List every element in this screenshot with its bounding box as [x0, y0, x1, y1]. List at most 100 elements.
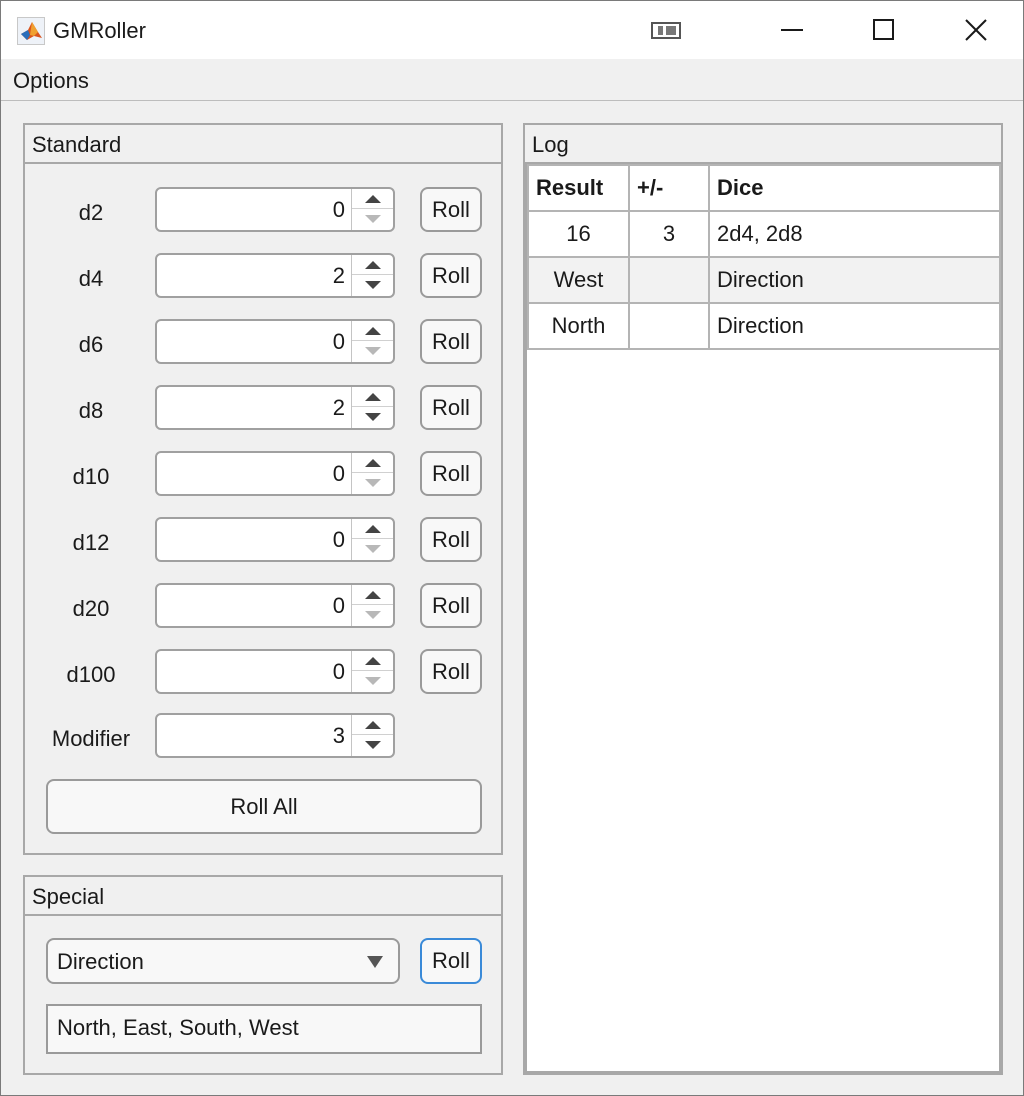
d100-spinner[interactable]: 0: [155, 649, 395, 694]
d6-spinner[interactable]: 0: [155, 319, 395, 364]
arrow-up-icon: [365, 459, 381, 467]
snap-layout-icon[interactable]: [651, 21, 683, 41]
arrow-down-icon: [365, 611, 381, 619]
log-cell-dice: 2d4, 2d8: [708, 210, 1001, 258]
close-button[interactable]: [931, 1, 1021, 59]
roll-d8-button[interactable]: Roll: [420, 385, 482, 430]
d12-spinner[interactable]: 0: [155, 517, 395, 562]
special-type-dropdown[interactable]: Direction: [46, 938, 400, 984]
log-table: Result +/- Dice 16 3 2d4, 2d8 West Direc…: [527, 164, 1001, 350]
log-cell-result: West: [527, 256, 630, 304]
d2-spinner[interactable]: 0: [155, 187, 395, 232]
d4-spinner[interactable]: 2: [155, 253, 395, 298]
arrow-up-icon: [365, 393, 381, 401]
title-bar[interactable]: GMRoller: [1, 1, 1023, 59]
die-label-d20: d20: [72, 596, 110, 621]
modifier-label: Modifier: [51, 726, 131, 751]
roll-d2-button[interactable]: Roll: [420, 187, 482, 232]
table-row[interactable]: West Direction: [527, 256, 1001, 304]
special-panel: Special Direction Roll North, East, Sout…: [23, 875, 503, 1075]
d20-value: 0: [332, 593, 345, 618]
arrow-down-icon: [365, 741, 381, 749]
special-type-selected: Direction: [57, 949, 144, 974]
maximize-icon: [873, 19, 894, 40]
d8-value: 2: [332, 395, 345, 420]
die-label-d100: d100: [66, 662, 116, 687]
d12-increment-button[interactable]: [352, 519, 393, 539]
table-row[interactable]: 16 3 2d4, 2d8: [527, 210, 1001, 258]
standard-panel-title: Standard: [32, 132, 122, 157]
arrow-down-icon: [365, 281, 381, 289]
roll-d12-button[interactable]: Roll: [420, 517, 482, 562]
roll-d100-button[interactable]: Roll: [420, 649, 482, 694]
d2-increment-button[interactable]: [352, 189, 393, 209]
special-panel-header: Special: [25, 877, 501, 916]
minimize-button[interactable]: [747, 1, 837, 59]
d6-value: 0: [332, 329, 345, 354]
roll-d6-button[interactable]: Roll: [420, 319, 482, 364]
arrow-down-icon: [365, 347, 381, 355]
modifier-spinner[interactable]: 3: [155, 713, 395, 758]
minimize-icon: [781, 29, 803, 31]
log-cell-result: 16: [527, 210, 630, 258]
d8-spinner[interactable]: 2: [155, 385, 395, 430]
dropdown-arrow-icon: [367, 956, 383, 968]
roll-special-button[interactable]: Roll: [420, 938, 482, 984]
d10-increment-button[interactable]: [352, 453, 393, 473]
die-label-d2: d2: [78, 200, 104, 225]
d4-increment-button[interactable]: [352, 255, 393, 275]
d10-spinner[interactable]: 0: [155, 451, 395, 496]
matlab-icon: [17, 17, 45, 45]
roll-d4-button[interactable]: Roll: [420, 253, 482, 298]
d12-decrement-button[interactable]: [352, 539, 393, 559]
arrow-up-icon: [365, 591, 381, 599]
log-header-result[interactable]: Result: [527, 164, 630, 212]
app-window: GMRoller Options Standard d2 0 Roll d4 2…: [0, 0, 1024, 1096]
log-cell-modifier: [628, 302, 710, 350]
log-table-area[interactable]: Result +/- Dice 16 3 2d4, 2d8 West Direc…: [525, 164, 1001, 1073]
log-header-modifier[interactable]: +/-: [628, 164, 710, 212]
log-panel-title: Log: [532, 132, 569, 157]
arrow-up-icon: [365, 261, 381, 269]
d4-value: 2: [332, 263, 345, 288]
d4-decrement-button[interactable]: [352, 275, 393, 295]
special-options-text: North, East, South, West: [57, 1015, 299, 1040]
modifier-increment-button[interactable]: [352, 715, 393, 735]
d8-increment-button[interactable]: [352, 387, 393, 407]
close-icon: [965, 19, 987, 41]
d20-spinner[interactable]: 0: [155, 583, 395, 628]
roll-all-button[interactable]: Roll All: [46, 779, 482, 834]
log-header-row: Result +/- Dice: [527, 164, 1001, 212]
d2-decrement-button[interactable]: [352, 209, 393, 229]
d6-increment-button[interactable]: [352, 321, 393, 341]
roll-d20-button[interactable]: Roll: [420, 583, 482, 628]
d6-decrement-button[interactable]: [352, 341, 393, 361]
maximize-button[interactable]: [839, 1, 929, 59]
arrow-up-icon: [365, 195, 381, 203]
d20-decrement-button[interactable]: [352, 605, 393, 625]
roll-d10-button[interactable]: Roll: [420, 451, 482, 496]
log-cell-modifier: [628, 256, 710, 304]
d100-decrement-button[interactable]: [352, 671, 393, 691]
d2-value: 0: [332, 197, 345, 222]
log-cell-result: North: [527, 302, 630, 350]
d10-decrement-button[interactable]: [352, 473, 393, 493]
d12-value: 0: [332, 527, 345, 552]
die-label-d12: d12: [72, 530, 110, 555]
menu-bar: Options: [1, 59, 1023, 101]
menu-options[interactable]: Options: [13, 68, 89, 94]
d100-increment-button[interactable]: [352, 651, 393, 671]
d8-decrement-button[interactable]: [352, 407, 393, 427]
die-label-d8: d8: [78, 398, 104, 423]
arrow-up-icon: [365, 327, 381, 335]
die-label-d4: d4: [78, 266, 104, 291]
d100-value: 0: [332, 659, 345, 684]
log-header-dice[interactable]: Dice: [708, 164, 1001, 212]
d10-value: 0: [332, 461, 345, 486]
die-label-d6: d6: [78, 332, 104, 357]
modifier-decrement-button[interactable]: [352, 735, 393, 755]
arrow-down-icon: [365, 413, 381, 421]
table-row[interactable]: North Direction: [527, 302, 1001, 350]
arrow-up-icon: [365, 525, 381, 533]
d20-increment-button[interactable]: [352, 585, 393, 605]
